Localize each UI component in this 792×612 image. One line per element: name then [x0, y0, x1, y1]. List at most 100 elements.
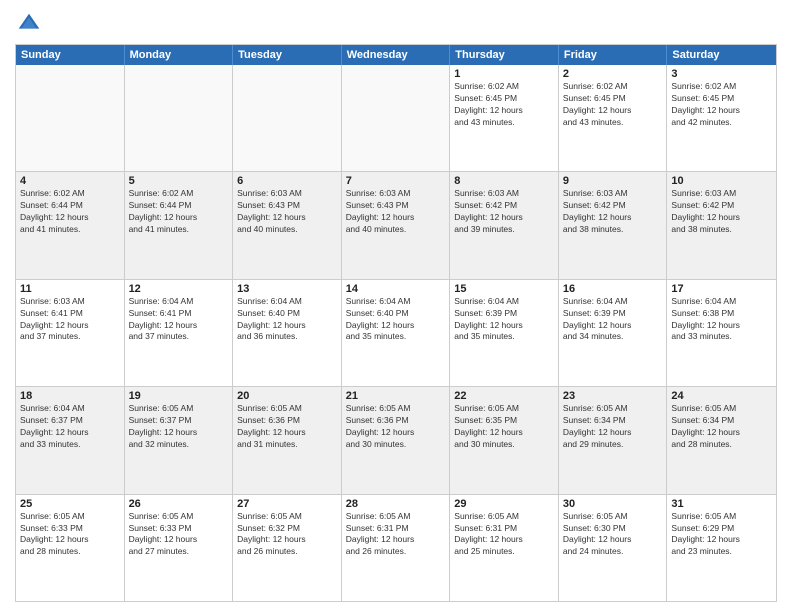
day-info: Sunrise: 6:04 AM Sunset: 6:41 PM Dayligh…	[129, 296, 229, 344]
day-info: Sunrise: 6:02 AM Sunset: 6:45 PM Dayligh…	[563, 81, 663, 129]
calendar-cell-29: 29Sunrise: 6:05 AM Sunset: 6:31 PM Dayli…	[450, 495, 559, 601]
calendar-cell-20: 20Sunrise: 6:05 AM Sunset: 6:36 PM Dayli…	[233, 387, 342, 493]
day-number: 16	[563, 283, 663, 295]
day-info: Sunrise: 6:04 AM Sunset: 6:40 PM Dayligh…	[237, 296, 337, 344]
calendar-row-2: 11Sunrise: 6:03 AM Sunset: 6:41 PM Dayli…	[16, 280, 776, 387]
day-number: 15	[454, 283, 554, 295]
day-info: Sunrise: 6:02 AM Sunset: 6:45 PM Dayligh…	[454, 81, 554, 129]
calendar-cell-empty-0-3	[342, 65, 451, 171]
day-number: 20	[237, 390, 337, 402]
header-day-monday: Monday	[125, 45, 234, 65]
day-info: Sunrise: 6:05 AM Sunset: 6:31 PM Dayligh…	[346, 511, 446, 559]
day-info: Sunrise: 6:05 AM Sunset: 6:30 PM Dayligh…	[563, 511, 663, 559]
calendar-cell-15: 15Sunrise: 6:04 AM Sunset: 6:39 PM Dayli…	[450, 280, 559, 386]
day-number: 25	[20, 498, 120, 510]
header	[15, 10, 777, 38]
day-info: Sunrise: 6:02 AM Sunset: 6:44 PM Dayligh…	[20, 188, 120, 236]
day-number: 23	[563, 390, 663, 402]
day-number: 30	[563, 498, 663, 510]
header-day-saturday: Saturday	[667, 45, 776, 65]
day-info: Sunrise: 6:05 AM Sunset: 6:36 PM Dayligh…	[346, 403, 446, 451]
day-info: Sunrise: 6:04 AM Sunset: 6:38 PM Dayligh…	[671, 296, 772, 344]
day-number: 6	[237, 175, 337, 187]
calendar-cell-empty-0-1	[125, 65, 234, 171]
day-info: Sunrise: 6:03 AM Sunset: 6:41 PM Dayligh…	[20, 296, 120, 344]
day-info: Sunrise: 6:04 AM Sunset: 6:40 PM Dayligh…	[346, 296, 446, 344]
calendar-cell-21: 21Sunrise: 6:05 AM Sunset: 6:36 PM Dayli…	[342, 387, 451, 493]
day-info: Sunrise: 6:04 AM Sunset: 6:39 PM Dayligh…	[563, 296, 663, 344]
day-number: 8	[454, 175, 554, 187]
day-info: Sunrise: 6:05 AM Sunset: 6:34 PM Dayligh…	[671, 403, 772, 451]
calendar-cell-19: 19Sunrise: 6:05 AM Sunset: 6:37 PM Dayli…	[125, 387, 234, 493]
day-number: 13	[237, 283, 337, 295]
day-info: Sunrise: 6:05 AM Sunset: 6:35 PM Dayligh…	[454, 403, 554, 451]
header-day-wednesday: Wednesday	[342, 45, 451, 65]
calendar-cell-14: 14Sunrise: 6:04 AM Sunset: 6:40 PM Dayli…	[342, 280, 451, 386]
calendar-cell-6: 6Sunrise: 6:03 AM Sunset: 6:43 PM Daylig…	[233, 172, 342, 278]
header-day-thursday: Thursday	[450, 45, 559, 65]
calendar-cell-2: 2Sunrise: 6:02 AM Sunset: 6:45 PM Daylig…	[559, 65, 668, 171]
day-number: 19	[129, 390, 229, 402]
calendar-cell-30: 30Sunrise: 6:05 AM Sunset: 6:30 PM Dayli…	[559, 495, 668, 601]
calendar-body: 1Sunrise: 6:02 AM Sunset: 6:45 PM Daylig…	[16, 65, 776, 601]
calendar: SundayMondayTuesdayWednesdayThursdayFrid…	[15, 44, 777, 602]
day-number: 27	[237, 498, 337, 510]
calendar-cell-empty-0-0	[16, 65, 125, 171]
day-info: Sunrise: 6:05 AM Sunset: 6:33 PM Dayligh…	[129, 511, 229, 559]
calendar-cell-31: 31Sunrise: 6:05 AM Sunset: 6:29 PM Dayli…	[667, 495, 776, 601]
day-info: Sunrise: 6:04 AM Sunset: 6:37 PM Dayligh…	[20, 403, 120, 451]
day-info: Sunrise: 6:03 AM Sunset: 6:42 PM Dayligh…	[563, 188, 663, 236]
day-number: 5	[129, 175, 229, 187]
day-number: 29	[454, 498, 554, 510]
calendar-cell-16: 16Sunrise: 6:04 AM Sunset: 6:39 PM Dayli…	[559, 280, 668, 386]
calendar-cell-empty-0-2	[233, 65, 342, 171]
calendar-row-3: 18Sunrise: 6:04 AM Sunset: 6:37 PM Dayli…	[16, 387, 776, 494]
day-number: 12	[129, 283, 229, 295]
calendar-cell-11: 11Sunrise: 6:03 AM Sunset: 6:41 PM Dayli…	[16, 280, 125, 386]
calendar-cell-12: 12Sunrise: 6:04 AM Sunset: 6:41 PM Dayli…	[125, 280, 234, 386]
calendar-cell-5: 5Sunrise: 6:02 AM Sunset: 6:44 PM Daylig…	[125, 172, 234, 278]
calendar-cell-24: 24Sunrise: 6:05 AM Sunset: 6:34 PM Dayli…	[667, 387, 776, 493]
calendar-cell-17: 17Sunrise: 6:04 AM Sunset: 6:38 PM Dayli…	[667, 280, 776, 386]
calendar-cell-18: 18Sunrise: 6:04 AM Sunset: 6:37 PM Dayli…	[16, 387, 125, 493]
calendar-cell-28: 28Sunrise: 6:05 AM Sunset: 6:31 PM Dayli…	[342, 495, 451, 601]
day-number: 18	[20, 390, 120, 402]
calendar-row-1: 4Sunrise: 6:02 AM Sunset: 6:44 PM Daylig…	[16, 172, 776, 279]
logo	[15, 10, 47, 38]
day-number: 9	[563, 175, 663, 187]
day-number: 31	[671, 498, 772, 510]
calendar-cell-25: 25Sunrise: 6:05 AM Sunset: 6:33 PM Dayli…	[16, 495, 125, 601]
day-info: Sunrise: 6:05 AM Sunset: 6:33 PM Dayligh…	[20, 511, 120, 559]
calendar-row-4: 25Sunrise: 6:05 AM Sunset: 6:33 PM Dayli…	[16, 495, 776, 601]
day-info: Sunrise: 6:05 AM Sunset: 6:34 PM Dayligh…	[563, 403, 663, 451]
calendar-cell-10: 10Sunrise: 6:03 AM Sunset: 6:42 PM Dayli…	[667, 172, 776, 278]
calendar-cell-8: 8Sunrise: 6:03 AM Sunset: 6:42 PM Daylig…	[450, 172, 559, 278]
calendar-row-0: 1Sunrise: 6:02 AM Sunset: 6:45 PM Daylig…	[16, 65, 776, 172]
calendar-cell-26: 26Sunrise: 6:05 AM Sunset: 6:33 PM Dayli…	[125, 495, 234, 601]
day-info: Sunrise: 6:02 AM Sunset: 6:45 PM Dayligh…	[671, 81, 772, 129]
day-number: 28	[346, 498, 446, 510]
header-day-sunday: Sunday	[16, 45, 125, 65]
calendar-cell-22: 22Sunrise: 6:05 AM Sunset: 6:35 PM Dayli…	[450, 387, 559, 493]
day-info: Sunrise: 6:05 AM Sunset: 6:32 PM Dayligh…	[237, 511, 337, 559]
day-number: 11	[20, 283, 120, 295]
day-number: 14	[346, 283, 446, 295]
calendar-cell-4: 4Sunrise: 6:02 AM Sunset: 6:44 PM Daylig…	[16, 172, 125, 278]
calendar-cell-3: 3Sunrise: 6:02 AM Sunset: 6:45 PM Daylig…	[667, 65, 776, 171]
day-number: 4	[20, 175, 120, 187]
day-number: 3	[671, 68, 772, 80]
day-number: 2	[563, 68, 663, 80]
day-info: Sunrise: 6:05 AM Sunset: 6:37 PM Dayligh…	[129, 403, 229, 451]
day-number: 17	[671, 283, 772, 295]
day-info: Sunrise: 6:05 AM Sunset: 6:29 PM Dayligh…	[671, 511, 772, 559]
day-info: Sunrise: 6:03 AM Sunset: 6:43 PM Dayligh…	[346, 188, 446, 236]
day-info: Sunrise: 6:05 AM Sunset: 6:36 PM Dayligh…	[237, 403, 337, 451]
day-number: 10	[671, 175, 772, 187]
calendar-cell-1: 1Sunrise: 6:02 AM Sunset: 6:45 PM Daylig…	[450, 65, 559, 171]
calendar-cell-13: 13Sunrise: 6:04 AM Sunset: 6:40 PM Dayli…	[233, 280, 342, 386]
header-day-tuesday: Tuesday	[233, 45, 342, 65]
calendar-cell-27: 27Sunrise: 6:05 AM Sunset: 6:32 PM Dayli…	[233, 495, 342, 601]
day-number: 26	[129, 498, 229, 510]
day-info: Sunrise: 6:03 AM Sunset: 6:42 PM Dayligh…	[454, 188, 554, 236]
day-info: Sunrise: 6:03 AM Sunset: 6:42 PM Dayligh…	[671, 188, 772, 236]
